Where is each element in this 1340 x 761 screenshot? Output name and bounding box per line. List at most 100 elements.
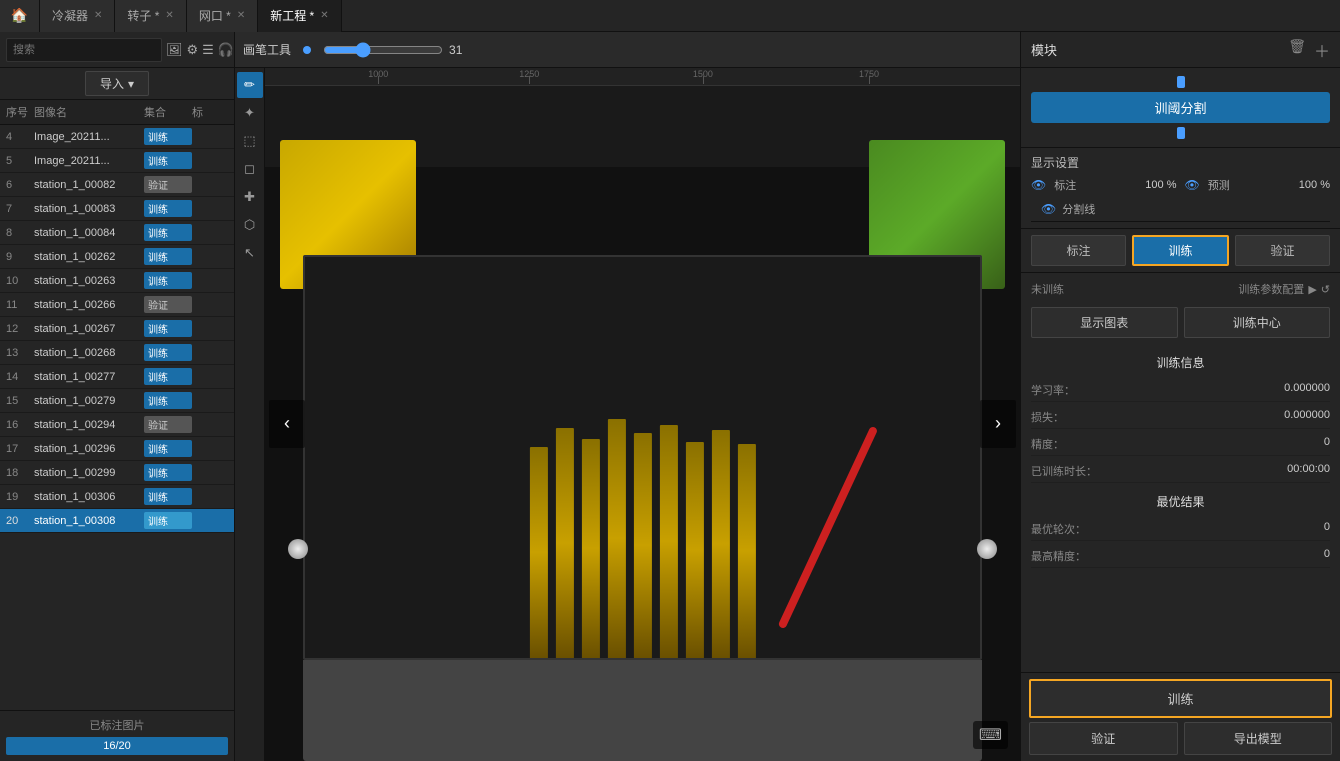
training-status-label: 未训练 xyxy=(1031,281,1064,297)
canvas-wrapper: ‹ › ⌨ xyxy=(265,86,1020,761)
learning-rate-row: 学习率： 0.000000 xyxy=(1031,379,1330,402)
threshold-button[interactable]: 训阈分割 xyxy=(1031,92,1330,123)
import-button[interactable]: 导入 ▾ xyxy=(85,71,149,96)
tab-rotor[interactable]: 转子 * ✕ xyxy=(115,0,186,32)
sidebar-footer: 已标注图片 16/20 xyxy=(0,710,234,761)
table-rows: 4 Image_20211... 训练 5 Image_20211... 训练 … xyxy=(0,125,234,710)
table-row[interactable]: 17 station_1_00296 训练 xyxy=(0,437,234,461)
label-display-label: 标注 xyxy=(1054,177,1137,193)
headset-icon[interactable]: 🎧 xyxy=(218,39,234,61)
table-row[interactable]: 12 station_1_00267 训练 xyxy=(0,317,234,341)
image-icon[interactable]: 🖼 xyxy=(166,39,183,61)
pen-tool[interactable]: ✏ xyxy=(237,72,263,98)
table-row[interactable]: 19 station_1_00306 训练 xyxy=(0,485,234,509)
best-epoch-row: 最优轮次： 0 xyxy=(1031,518,1330,541)
training-status-row: 未训练 训练参数配置 ▶ ↺ xyxy=(1031,281,1330,297)
connector-pin xyxy=(529,447,547,658)
right-header-icons: 🗑 ＋ xyxy=(1288,38,1330,62)
close-tab-3[interactable]: ✕ xyxy=(320,10,328,21)
display-settings: 显示设置 👁 标注 100 % 👁 预测 100 % 👁 分割线 xyxy=(1021,148,1340,229)
tab-bar: 🏠 冷凝器 ✕ 转子 * ✕ 网口 * ✕ 新工程 * ✕ xyxy=(0,0,1340,32)
slider-value: 31 xyxy=(449,43,469,57)
table-row[interactable]: 14 station_1_00277 训练 xyxy=(0,365,234,389)
mount-hole-right xyxy=(977,539,997,559)
connector-pin xyxy=(711,430,729,657)
table-header: 序号 图像名 集合 标 xyxy=(0,100,234,125)
home-icon[interactable]: 🏠 xyxy=(0,0,40,32)
training-section: 未训练 训练参数配置 ▶ ↺ 显示图表 训练中心 训练信息 学习率： 0.000… xyxy=(1021,273,1340,672)
tool-dot xyxy=(303,46,311,54)
table-row[interactable]: 9 station_1_00262 训练 xyxy=(0,245,234,269)
tab-verify-btn[interactable]: 验证 xyxy=(1235,235,1330,266)
cross-tool[interactable]: ✚ xyxy=(237,184,263,210)
chart-center-btns: 显示图表 训练中心 xyxy=(1031,307,1330,338)
right-panel-header: 模块 🗑 ＋ xyxy=(1021,32,1340,68)
table-row[interactable]: 16 station_1_00294 验证 xyxy=(0,413,234,437)
connector-pin xyxy=(555,428,573,658)
predict-display-label: 预测 xyxy=(1208,177,1291,193)
connector-pin xyxy=(581,439,599,658)
canvas-with-tools: ✏ ✦ ⬚ ◻ ✚ ⬡ ↖ 1000125015001750 xyxy=(235,68,1020,761)
table-row[interactable]: 5 Image_20211... 训练 xyxy=(0,149,234,173)
table-row[interactable]: 11 station_1_00266 验证 xyxy=(0,293,234,317)
polygon-tool[interactable]: ⬡ xyxy=(237,212,263,238)
table-row[interactable]: 18 station_1_00299 训练 xyxy=(0,461,234,485)
keyboard-shortcut-icon[interactable]: ⌨ xyxy=(973,721,1008,749)
predict-eye-icon[interactable]: 👁 xyxy=(1185,178,1200,192)
table-row[interactable]: 10 station_1_00263 训练 xyxy=(0,269,234,293)
best-results-title: 最优结果 xyxy=(1031,493,1330,510)
table-row[interactable]: 6 station_1_00082 验证 xyxy=(0,173,234,197)
label-display-value: 100 % xyxy=(1145,179,1176,191)
slider-container: 31 xyxy=(323,42,469,58)
search-input[interactable] xyxy=(6,38,162,62)
table-row[interactable]: 13 station_1_00268 训练 xyxy=(0,341,234,365)
right-panel-tabs: 标注 训练 验证 xyxy=(1021,229,1340,273)
label-eye-icon[interactable]: 👁 xyxy=(1031,178,1046,192)
add-icon[interactable]: ＋ xyxy=(1314,38,1330,62)
table-row[interactable]: 15 station_1_00279 训练 xyxy=(0,389,234,413)
tab-train-btn[interactable]: 训练 xyxy=(1132,235,1229,266)
connector-pin xyxy=(685,442,703,658)
verify-action-button[interactable]: 验证 xyxy=(1029,722,1178,755)
export-model-button[interactable]: 导出模型 xyxy=(1184,722,1333,755)
train-action-button[interactable]: 训练 xyxy=(1029,679,1332,718)
table-row[interactable]: 4 Image_20211... 训练 xyxy=(0,125,234,149)
select-tool[interactable]: ✦ xyxy=(237,100,263,126)
brush-size-slider[interactable] xyxy=(323,42,443,58)
show-chart-button[interactable]: 显示图表 xyxy=(1031,307,1178,338)
delete-icon[interactable]: 🗑 xyxy=(1288,38,1306,62)
tab-label-btn[interactable]: 标注 xyxy=(1031,235,1126,266)
table-row[interactable]: 7 station_1_00083 训练 xyxy=(0,197,234,221)
connector-pin xyxy=(659,425,677,658)
training-center-button[interactable]: 训练中心 xyxy=(1184,307,1331,338)
close-tab-2[interactable]: ✕ xyxy=(237,10,245,21)
list-icon[interactable]: ☰ xyxy=(202,39,214,61)
close-tab-1[interactable]: ✕ xyxy=(165,10,173,21)
close-tab-0[interactable]: ✕ xyxy=(94,10,102,21)
connector-pin xyxy=(607,419,625,658)
right-panel: 模块 🗑 ＋ 训阈分割 显示设置 👁 标注 100 % 👁 预测 100 % xyxy=(1020,32,1340,761)
next-image-button[interactable]: › xyxy=(980,400,1016,448)
loss-row: 损失： 0.000000 xyxy=(1031,406,1330,429)
seg-line: 👁 分割线 xyxy=(1031,197,1330,222)
cursor-tool[interactable]: ↖ xyxy=(237,240,263,266)
prev-image-button[interactable]: ‹ xyxy=(269,400,305,448)
transform-tool[interactable]: ⬚ xyxy=(237,128,263,154)
erase-tool[interactable]: ◻ xyxy=(237,156,263,182)
training-info-title: 训练信息 xyxy=(1031,354,1330,371)
table-row[interactable]: 8 station_1_00084 训练 xyxy=(0,221,234,245)
tab-network[interactable]: 网口 * ✕ xyxy=(187,0,258,32)
connector-image xyxy=(265,86,1020,761)
threshold-bar-bottom xyxy=(1177,127,1185,139)
connector-pin xyxy=(737,444,755,657)
seg-eye-icon[interactable]: 👁 xyxy=(1041,202,1056,216)
filter-icon[interactable]: ⚙ xyxy=(187,39,199,61)
config-button[interactable]: 训练参数配置 ▶ ↺ xyxy=(1238,281,1330,297)
tab-new-project[interactable]: 新工程 * ✕ xyxy=(258,0,341,32)
table-row[interactable]: 20 station_1_00308 训练 xyxy=(0,509,234,533)
right-panel-footer: 训练 验证 导出模型 xyxy=(1021,672,1340,761)
connector-pin xyxy=(633,433,651,658)
threshold-section: 训阈分割 xyxy=(1021,68,1340,148)
tab-condensator[interactable]: 冷凝器 ✕ xyxy=(40,0,115,32)
accuracy-row: 精度： 0 xyxy=(1031,433,1330,456)
